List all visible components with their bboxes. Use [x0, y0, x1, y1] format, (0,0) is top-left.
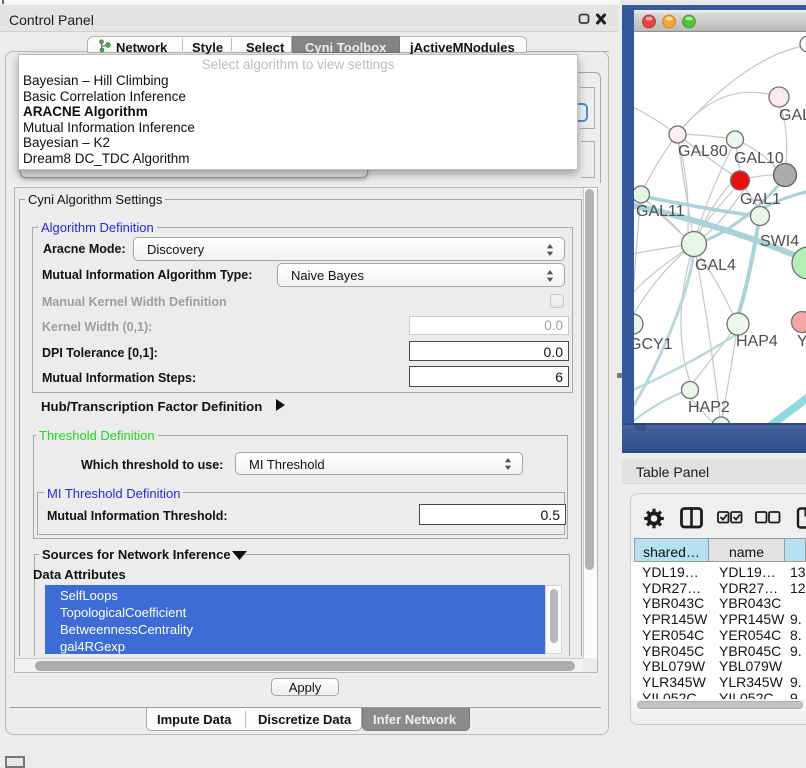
svg-text:HAP4: HAP4 — [736, 333, 778, 350]
svg-text:SWI4: SWI4 — [760, 233, 799, 250]
svg-text:GAL11: GAL11 — [636, 203, 685, 220]
svg-text:GAL10: GAL10 — [734, 150, 784, 167]
svg-text:GAL: GAL — [779, 107, 806, 124]
svg-text:GAL4: GAL4 — [695, 257, 736, 274]
svg-text:GCY1: GCY1 — [634, 336, 673, 353]
svg-text:GAL1: GAL1 — [740, 191, 781, 208]
svg-text:GAL80: GAL80 — [678, 143, 728, 160]
svg-text:Y: Y — [797, 333, 806, 350]
svg-text:HAP2: HAP2 — [688, 399, 730, 416]
